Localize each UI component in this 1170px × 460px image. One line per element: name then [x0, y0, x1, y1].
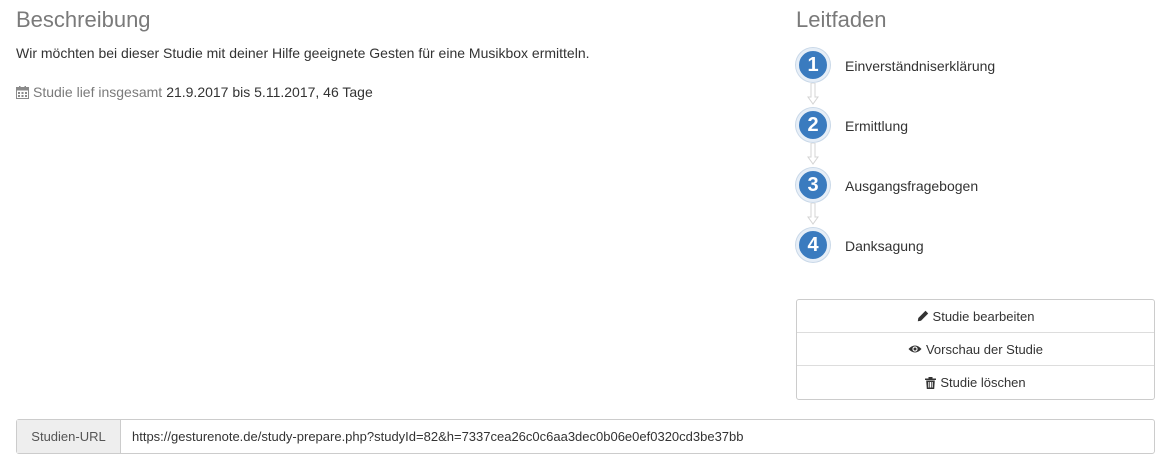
- guide-steps: 1 Einverständniserklärung 2 Ermittlung 3…: [796, 46, 1156, 286]
- guide-step-4: 4 Danksagung: [796, 226, 1156, 286]
- arrow-down-icon: [807, 83, 819, 105]
- step-number-badge: 2: [796, 108, 830, 142]
- step-label: Einverständniserklärung: [845, 58, 996, 74]
- description-text: Wir möchten bei dieser Studie mit deiner…: [16, 45, 590, 61]
- study-url-field[interactable]: https://gesturenote.de/study-prepare.php…: [121, 420, 1154, 453]
- eye-icon: [908, 345, 922, 353]
- preview-study-button[interactable]: Vorschau der Studie: [797, 333, 1154, 366]
- description-title: Beschreibung: [16, 7, 151, 32]
- guide-step-3: 3 Ausgangsfragebogen: [796, 166, 1156, 226]
- calendar-icon: [16, 85, 29, 99]
- edit-study-label: Studie bearbeiten: [932, 308, 1035, 324]
- arrow-down-icon: [807, 143, 819, 165]
- study-actions: Studie bearbeiten Vorschau der Studie St…: [796, 299, 1155, 400]
- study-run-info: Studie lief insgesamt 21.9.2017 bis 5.11…: [16, 84, 373, 100]
- study-run-label: Studie lief insgesamt: [33, 84, 163, 100]
- preview-study-label: Vorschau der Studie: [925, 341, 1044, 357]
- edit-study-button[interactable]: Studie bearbeiten: [797, 300, 1154, 333]
- study-url-group: Studien-URL https://gesturenote.de/study…: [16, 419, 1155, 454]
- step-label: Danksagung: [845, 238, 924, 254]
- trash-icon: [925, 376, 937, 389]
- delete-study-button[interactable]: Studie löschen: [797, 366, 1154, 399]
- step-number-badge: 3: [796, 168, 830, 202]
- arrow-down-icon: [807, 203, 819, 225]
- step-number-badge: 4: [796, 228, 830, 262]
- step-number-badge: 1: [796, 48, 830, 82]
- step-label: Ausgangsfragebogen: [845, 178, 979, 194]
- study-url-label: Studien-URL: [17, 420, 121, 453]
- guide-title: Leitfaden: [796, 7, 887, 32]
- guide-step-1: 1 Einverständniserklärung: [796, 46, 1156, 106]
- guide-step-2: 2 Ermittlung: [796, 106, 1156, 166]
- study-run-value: 21.9.2017 bis 5.11.2017, 46 Tage: [166, 84, 373, 100]
- step-label: Ermittlung: [845, 118, 909, 134]
- pencil-icon: [917, 310, 928, 322]
- delete-study-label: Studie löschen: [940, 375, 1026, 390]
